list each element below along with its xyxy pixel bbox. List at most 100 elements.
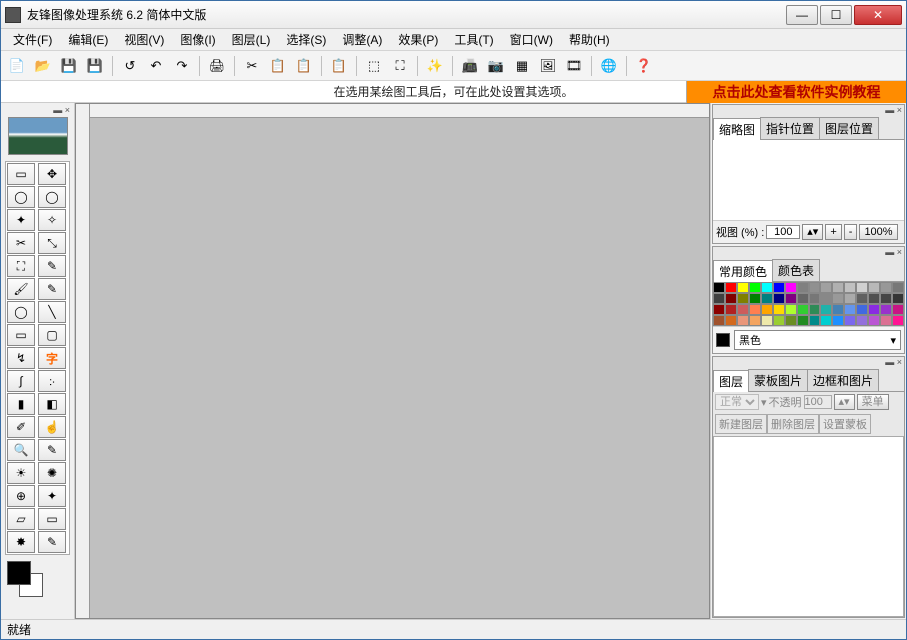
help-button[interactable]: ❓ <box>632 54 656 78</box>
menu-选择[interactable]: 选择(S) <box>278 29 334 50</box>
paste-button[interactable]: 📋 <box>292 54 316 78</box>
swatch[interactable] <box>725 304 737 315</box>
zoom-in-button[interactable]: + <box>825 224 841 240</box>
tool-effect-brush[interactable]: ✸ <box>7 531 35 553</box>
color-panel-close[interactable]: ▬ × <box>713 247 904 257</box>
zoom-spinner[interactable]: ▴▾ <box>802 224 823 240</box>
tool-fill[interactable]: ▮ <box>7 393 35 415</box>
swatch[interactable] <box>832 293 844 304</box>
tool-spray[interactable]: ჻ <box>38 370 66 392</box>
tool-rect-select[interactable]: ▭ <box>7 163 35 185</box>
tool-crop[interactable]: ✂ <box>7 232 35 254</box>
effects-button[interactable]: ✨ <box>423 54 447 78</box>
zoom-out-button[interactable]: - <box>844 224 858 240</box>
swatch[interactable] <box>832 282 844 293</box>
zoom-input[interactable] <box>766 225 800 239</box>
left-panel-close[interactable]: ▬ × <box>3 105 72 115</box>
swatch[interactable] <box>892 304 904 315</box>
swatch[interactable] <box>713 315 725 326</box>
color-name-dropdown[interactable]: 黑色 ▾ <box>734 330 901 350</box>
navigator-close[interactable]: ▬ × <box>713 105 904 115</box>
color-swatches[interactable] <box>7 561 43 597</box>
layers-panel-close[interactable]: ▬ × <box>713 357 904 367</box>
zoom-100-button[interactable]: 100% <box>859 224 897 240</box>
swatch[interactable] <box>797 293 809 304</box>
swatch[interactable] <box>844 315 856 326</box>
tool-polygon-lasso[interactable]: ✦ <box>7 209 35 231</box>
tool-eyedropper[interactable]: ✎ <box>38 255 66 277</box>
swatch[interactable] <box>892 293 904 304</box>
tab-蒙板图片[interactable]: 蒙板图片 <box>748 369 808 391</box>
swatch[interactable] <box>713 282 725 293</box>
menu-视图[interactable]: 视图(V) <box>116 29 172 50</box>
layer-btn-新建图层[interactable]: 新建图层 <box>715 414 767 434</box>
swatch[interactable] <box>797 282 809 293</box>
tool-smudge[interactable]: ☝ <box>38 416 66 438</box>
save-all-button[interactable]: 💾 <box>83 54 107 78</box>
document-thumbnail[interactable] <box>8 117 68 155</box>
cut-button[interactable]: ✂ <box>240 54 264 78</box>
tool-highlight[interactable]: ✎ <box>38 439 66 461</box>
swatch[interactable] <box>820 315 832 326</box>
tool-eraser[interactable]: ▱ <box>7 508 35 530</box>
gallery-button[interactable]: 🖼 <box>536 54 560 78</box>
camera-button[interactable]: 📷 <box>484 54 508 78</box>
tool-pencil[interactable]: ✎ <box>38 278 66 300</box>
swatch[interactable] <box>820 282 832 293</box>
swatch[interactable] <box>844 304 856 315</box>
swatch[interactable] <box>809 293 821 304</box>
swatch[interactable] <box>785 304 797 315</box>
swatch[interactable] <box>832 304 844 315</box>
swatch[interactable] <box>737 304 749 315</box>
tool-brush[interactable]: 🖌 <box>7 278 35 300</box>
layer-btn-设置蒙板[interactable]: 设置蒙板 <box>819 414 871 434</box>
swatch[interactable] <box>773 293 785 304</box>
tool-transform[interactable]: ⤡ <box>38 232 66 254</box>
tool-zoom[interactable]: 🔍 <box>7 439 35 461</box>
tool-ellipse-select[interactable]: ◯ <box>7 186 35 208</box>
menu-图层[interactable]: 图层(L) <box>224 29 279 50</box>
swatch[interactable] <box>892 315 904 326</box>
swatch[interactable] <box>773 304 785 315</box>
tool-rect-shape[interactable]: ▭ <box>7 324 35 346</box>
tool-clone[interactable]: ⊕ <box>7 485 35 507</box>
tool-measure[interactable]: ✎ <box>38 531 66 553</box>
swatch[interactable] <box>880 315 892 326</box>
menu-工具[interactable]: 工具(T) <box>446 29 501 50</box>
tab-图层[interactable]: 图层 <box>713 370 749 392</box>
maximize-button[interactable]: ☐ <box>820 5 852 25</box>
swatch[interactable] <box>844 282 856 293</box>
swatch[interactable] <box>737 293 749 304</box>
swatch[interactable] <box>761 304 773 315</box>
copy-button[interactable]: 📋 <box>266 54 290 78</box>
tool-magic-wand[interactable]: ✧ <box>38 209 66 231</box>
tab-图层位置[interactable]: 图层位置 <box>819 117 879 139</box>
tool-text[interactable]: 字 <box>38 347 66 369</box>
fit-button[interactable]: ⛶ <box>388 54 412 78</box>
tab-常用颜色[interactable]: 常用颜色 <box>713 260 773 282</box>
layer-btn-删除图层[interactable]: 删除图层 <box>767 414 819 434</box>
swatch[interactable] <box>785 293 797 304</box>
menu-帮助[interactable]: 帮助(H) <box>561 29 618 50</box>
revert-button[interactable]: ↺ <box>118 54 142 78</box>
swatch[interactable] <box>856 293 868 304</box>
swatch[interactable] <box>868 293 880 304</box>
swatch[interactable] <box>761 315 773 326</box>
frame-button[interactable]: ▦ <box>510 54 534 78</box>
tool-move[interactable]: ✥ <box>38 163 66 185</box>
swatch[interactable] <box>749 315 761 326</box>
swatch[interactable] <box>820 293 832 304</box>
swatch[interactable] <box>737 282 749 293</box>
tool-red-eye[interactable]: ▭ <box>38 508 66 530</box>
tool-curve[interactable]: ∫ <box>7 370 35 392</box>
tutorial-promo-link[interactable]: 点击此处查看软件实例教程 <box>686 81 906 103</box>
swatch[interactable] <box>856 304 868 315</box>
tool-ellipse-shape[interactable]: ◯ <box>7 301 35 323</box>
swatch[interactable] <box>844 293 856 304</box>
swatch[interactable] <box>785 315 797 326</box>
tab-缩略图[interactable]: 缩略图 <box>713 118 761 140</box>
swatch[interactable] <box>880 293 892 304</box>
crop-button[interactable]: ⬚ <box>362 54 386 78</box>
swatch[interactable] <box>737 315 749 326</box>
current-color-swatch[interactable] <box>716 333 730 347</box>
